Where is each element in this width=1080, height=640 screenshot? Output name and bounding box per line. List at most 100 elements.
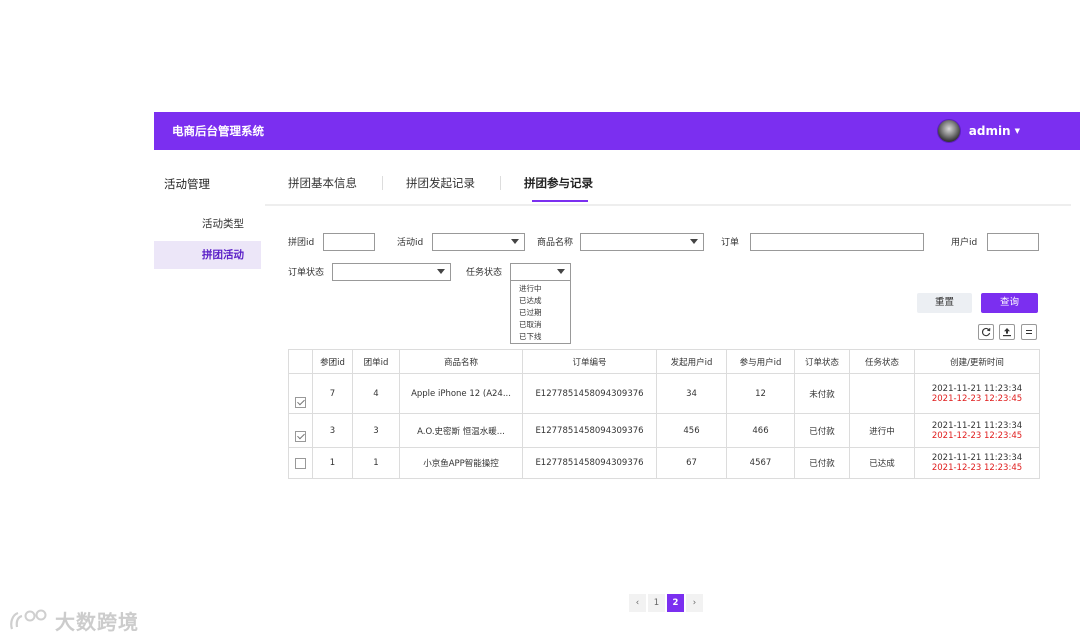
chevron-down-icon	[437, 269, 445, 274]
participant-id-cell: 12	[726, 373, 795, 414]
sidebar-section-title[interactable]: 活动管理	[164, 176, 210, 192]
table-row[interactable]: 7 4 Apple iPhone 12 (A24... E12778514580…	[288, 373, 1040, 414]
group-id-label: 拼团id	[288, 238, 315, 248]
join-records-table: 参团id 团单id 商品名称 订单编号 发起用户id 参与用户id 订单状态 任…	[288, 349, 1040, 479]
updated-time: 2021-12-23 12:23:45	[931, 393, 1023, 404]
app-title: 电商后台管理系统	[172, 124, 264, 138]
tab-group-join-records[interactable]: 拼团参与记录	[524, 164, 593, 202]
dropdown-option[interactable]: 进行中	[511, 283, 570, 295]
column-header: 参团id	[312, 349, 353, 374]
menu-icon[interactable]	[1021, 324, 1037, 340]
timestamps-cell: 2021-11-21 11:23:34 2021-12-23 12:23:45	[914, 373, 1040, 414]
order-input[interactable]	[750, 233, 924, 251]
task-status-dropdown: 进行中 已达成 已过期 已取消 已下线	[510, 280, 571, 344]
select-all-header	[288, 349, 313, 374]
avatar[interactable]	[936, 119, 961, 143]
watermark-logo-icon	[10, 609, 47, 629]
dropdown-option[interactable]: 已达成	[511, 295, 570, 307]
column-header: 创建/更新时间	[914, 349, 1040, 374]
chevron-down-icon	[557, 269, 565, 274]
column-header: 团单id	[352, 349, 400, 374]
order-status-cell: 已付款	[794, 413, 850, 448]
row-checkbox-cell	[288, 447, 313, 479]
dropdown-option[interactable]: 已过期	[511, 307, 570, 319]
tab-group-launch-records[interactable]: 拼团发起记录	[406, 164, 475, 202]
created-time: 2021-11-21 11:23:34	[931, 420, 1023, 431]
row-checkbox[interactable]	[295, 397, 306, 408]
participant-id-cell: 4567	[726, 447, 795, 479]
task-status-cell: 已达成	[849, 447, 915, 479]
user-menu[interactable]: admin ▼	[936, 119, 1020, 143]
product-name-cell: Apple iPhone 12 (A24...	[399, 373, 523, 414]
created-time: 2021-11-21 11:23:34	[931, 383, 1023, 394]
export-icon[interactable]	[999, 324, 1015, 340]
timestamps-cell: 2021-11-21 11:23:34 2021-12-23 12:23:45	[914, 447, 1040, 479]
row-checkbox[interactable]	[295, 457, 306, 469]
chevron-down-icon	[690, 239, 698, 244]
query-button[interactable]: 查询	[981, 293, 1038, 313]
column-header: 订单状态	[794, 349, 850, 374]
task-status-cell	[849, 373, 915, 414]
table-row[interactable]: 1 1 小京鱼APP智能操控 E1277851458094309376 67 4…	[288, 447, 1040, 479]
row-checkbox-cell	[288, 373, 313, 414]
task-status-label: 任务状态	[466, 268, 503, 278]
active-tab-indicator	[532, 200, 588, 202]
product-name-cell: A.O.史密斯 恒温水暖...	[399, 413, 523, 448]
next-page-button[interactable]: ›	[686, 594, 703, 612]
order-number-cell: E1277851458094309376	[522, 413, 657, 448]
updated-time: 2021-12-23 12:23:45	[931, 463, 1023, 473]
tab-divider	[382, 176, 383, 190]
column-header: 订单编号	[522, 349, 657, 374]
task-status-select[interactable]	[510, 263, 571, 281]
initiator-id-cell: 67	[656, 447, 727, 479]
tabs-divider	[265, 204, 1071, 206]
order-number-cell: E1277851458094309376	[522, 373, 657, 414]
prev-page-button[interactable]: ‹	[629, 594, 646, 612]
user-id-input[interactable]	[987, 233, 1039, 251]
row-checkbox-cell	[288, 413, 313, 448]
refresh-icon[interactable]	[978, 324, 994, 340]
sidebar-item-activity-type[interactable]: 活动类型	[154, 210, 261, 238]
join-id-cell: 1	[312, 447, 353, 479]
user-id-label: 用户id	[951, 238, 978, 248]
pagination: ‹ 1 2 ›	[629, 594, 705, 612]
column-header: 发起用户id	[656, 349, 727, 374]
timestamps-cell: 2021-11-21 11:23:34 2021-12-23 12:23:45	[914, 413, 1040, 448]
column-header: 商品名称	[399, 349, 523, 374]
created-time: 2021-11-21 11:23:34	[931, 453, 1023, 463]
order-number-cell: E1277851458094309376	[522, 447, 657, 479]
sidebar-item-group-buy[interactable]: 拼团活动	[154, 241, 261, 269]
table-row[interactable]: 3 3 A.O.史密斯 恒温水暖... E1277851458094309376…	[288, 413, 1040, 448]
dropdown-option[interactable]: 已取消	[511, 319, 570, 331]
top-bar: 电商后台管理系统 admin ▼	[154, 112, 1080, 150]
chevron-down-icon[interactable]: ▼	[1015, 127, 1020, 135]
row-checkbox[interactable]	[295, 431, 306, 442]
table-header-row: 参团id 团单id 商品名称 订单编号 发起用户id 参与用户id 订单状态 任…	[288, 349, 1040, 374]
product-name-label: 商品名称	[537, 238, 574, 248]
tab-group-basic-info[interactable]: 拼团基本信息	[288, 164, 357, 202]
reset-button[interactable]: 重置	[917, 293, 972, 313]
product-name-cell: 小京鱼APP智能操控	[399, 447, 523, 479]
updated-time: 2021-12-23 12:23:45	[931, 430, 1023, 441]
column-header: 参与用户id	[726, 349, 795, 374]
watermark-text: 大数跨境	[55, 610, 139, 634]
order-label: 订单	[721, 238, 740, 248]
activity-id-select[interactable]	[432, 233, 525, 251]
initiator-id-cell: 456	[656, 413, 727, 448]
group-id-input[interactable]	[323, 233, 375, 251]
group-id-cell: 1	[352, 447, 400, 479]
chevron-down-icon	[511, 239, 519, 244]
group-id-cell: 4	[352, 373, 400, 414]
page-button[interactable]: 1	[648, 594, 665, 612]
tab-divider	[500, 176, 501, 190]
order-status-select[interactable]	[332, 263, 451, 281]
join-id-cell: 3	[312, 413, 353, 448]
current-page-button[interactable]: 2	[667, 594, 684, 612]
dropdown-option[interactable]: 已下线	[511, 331, 570, 343]
column-header: 任务状态	[849, 349, 915, 374]
activity-id-label: 活动id	[397, 238, 424, 248]
username[interactable]: admin	[969, 124, 1011, 138]
watermark: 大数跨境	[8, 606, 139, 635]
group-id-cell: 3	[352, 413, 400, 448]
product-name-select[interactable]	[580, 233, 704, 251]
